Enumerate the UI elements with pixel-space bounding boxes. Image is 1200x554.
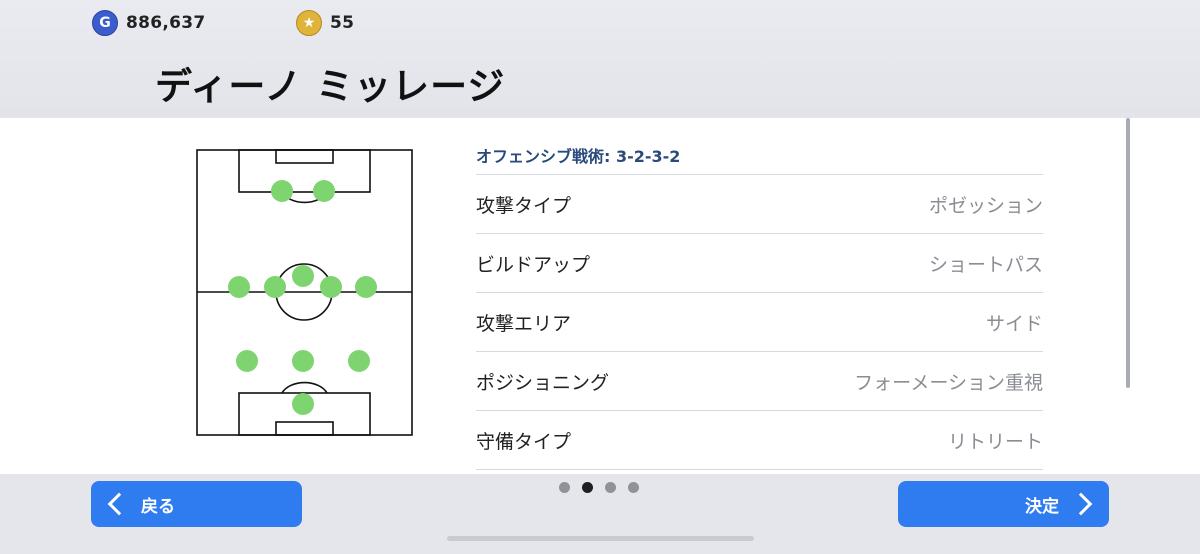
player-dot [264,276,286,298]
player-dot [292,265,314,287]
tactics-panel: オフェンシブ戦術: 3-2-3-2 攻撃タイプ ポゼッション ビルドアップ ショ… [0,118,1200,474]
confirm-button-label: 決定 [1025,496,1059,517]
tactic-value: ショートパス [928,253,1043,276]
tactic-value: リトリート [947,430,1043,453]
page-dot[interactable] [605,482,616,493]
player-dot [355,276,377,298]
scrollbar[interactable] [1126,118,1130,388]
bottom-penalty-arc [281,381,328,394]
player-dot [228,276,250,298]
page-indicator [559,482,639,493]
gp-balance: G 886,637 [92,10,206,36]
tactic-value: サイド [985,312,1043,335]
player-dot [320,276,342,298]
tactic-row-build-up[interactable]: ビルドアップ ショートパス [476,234,1043,293]
chevron-right-icon [1069,492,1093,516]
manager-name: ディーノ ミッレージ [155,65,506,108]
g-coin-icon: G [92,10,118,36]
player-dots [228,180,377,415]
tactic-label: 守備タイプ [476,430,572,453]
coin-value: 55 [330,13,355,33]
tactics-list: オフェンシブ戦術: 3-2-3-2 攻撃タイプ ポゼッション ビルドアップ ショ… [476,146,1043,470]
bottom-goal-box [275,421,334,436]
bottom-bar: 戻る 決定 [0,474,1200,554]
page-dot-active[interactable] [582,482,593,493]
tactic-label: 攻撃タイプ [476,194,572,217]
top-bar: G 886,637 ★ 55 ディーノ ミッレージ [0,0,1200,118]
tactic-row-positioning[interactable]: ポジショニング フォーメーション重視 [476,352,1043,411]
tactic-value: フォーメーション重視 [854,371,1043,394]
tactic-row-attack-type[interactable]: 攻撃タイプ ポゼッション [476,175,1043,234]
page-dot[interactable] [559,482,570,493]
top-penalty-box [238,149,371,193]
tactic-label: 攻撃エリア [476,312,572,335]
player-dot [271,180,293,202]
player-dot [348,350,370,372]
star-coin-icon: ★ [296,10,322,36]
home-indicator[interactable] [447,536,754,541]
player-dot [313,180,335,202]
back-button-label: 戻る [141,496,175,517]
page-dot[interactable] [628,482,639,493]
tactic-row-attack-area[interactable]: 攻撃エリア サイド [476,293,1043,352]
tactic-label: ポジショニング [476,371,610,394]
top-goal-box [275,149,334,164]
player-dot [292,393,314,415]
tactic-value: ポゼッション [928,194,1043,217]
back-button[interactable]: 戻る [91,481,302,527]
player-dot [236,350,258,372]
chevron-left-icon [107,492,131,516]
coin-balance: ★ 55 [296,10,354,36]
tactic-label: ビルドアップ [476,253,591,276]
player-dot [292,350,314,372]
tactic-row-defense-type[interactable]: 守備タイプ リトリート [476,411,1043,470]
gp-value: 886,637 [126,13,206,33]
formation-pitch [196,149,413,436]
tactics-header: オフェンシブ戦術: 3-2-3-2 [476,146,1043,175]
confirm-button[interactable]: 決定 [898,481,1109,527]
